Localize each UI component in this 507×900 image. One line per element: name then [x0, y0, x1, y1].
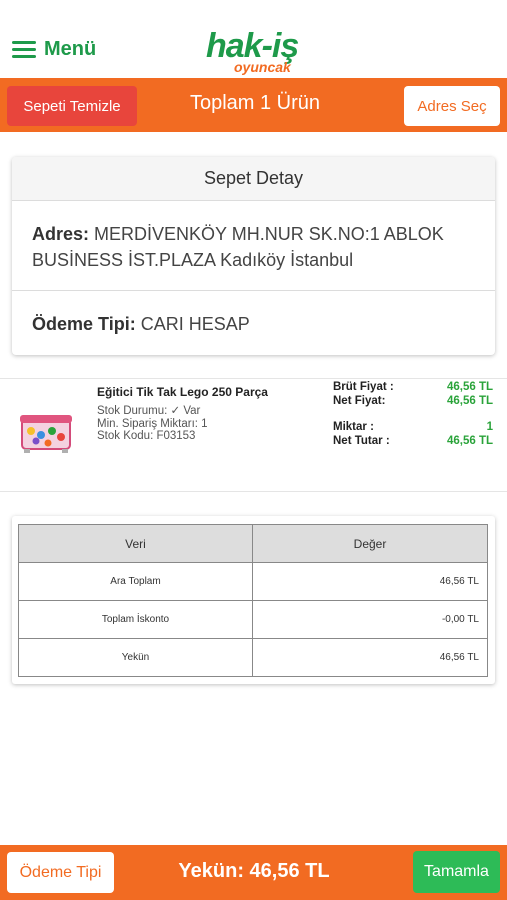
product-name: Eğitici Tik Tak Lego 250 Parça	[97, 385, 268, 399]
summary-table: Veri Değer Ara Toplam 46,56 TL Toplam İs…	[18, 524, 488, 677]
summary-key: Toplam İskonto	[18, 600, 253, 639]
complete-order-button[interactable]: Tamamla	[413, 851, 500, 893]
summary-col-key: Veri	[18, 524, 253, 563]
address-row: Adres: MERDİVENKÖY MH.NUR SK.NO:1 ABLOK …	[12, 201, 495, 291]
logo-sub-text: oyuncak	[234, 59, 291, 75]
net-total-label: Net Tutar :	[333, 434, 390, 447]
checkout-bar: Ödeme Tipi Yekün: 46,56 TL Tamamla	[0, 845, 507, 900]
min-order-qty: Min. Sipariş Miktarı: 1	[97, 417, 208, 430]
address-label: Adres:	[32, 224, 90, 244]
cart-action-bar: Sepeti Temizle Toplam 1 Ürün Adres Seç	[0, 78, 507, 132]
product-image	[20, 415, 72, 453]
cart-detail-card: Sepet Detay Adres: MERDİVENKÖY MH.NUR SK…	[12, 157, 495, 355]
summary-value: -0,00 TL	[252, 600, 488, 639]
stock-code: Stok Kodu: F03153	[97, 430, 196, 442]
summary-key: Yekün	[18, 638, 253, 677]
cart-detail-title: Sepet Detay	[12, 157, 495, 201]
brand-logo: hak-iş oyuncak	[206, 26, 306, 76]
payment-type-button[interactable]: Ödeme Tipi	[7, 852, 114, 893]
summary-key: Ara Toplam	[18, 562, 253, 601]
payment-type-row: Ödeme Tipi: CARI HESAP	[12, 291, 495, 355]
hamburger-icon	[12, 41, 36, 58]
net-price-value: 46,56 TL	[446, 394, 493, 407]
summary-value: 46,56 TL	[252, 638, 488, 677]
address-value: MERDİVENKÖY MH.NUR SK.NO:1 ABLOK BUSİNES…	[32, 224, 444, 270]
price-block: Brüt Fiyat :46,56 TL Net Fiyat: 46,56 TL …	[333, 381, 493, 448]
gross-price-value: 46,56 TL	[446, 381, 493, 393]
table-row: Yekün 46,56 TL	[18, 638, 488, 677]
table-row: Toplam İskonto -0,00 TL	[18, 600, 488, 639]
stock-status: Stok Durumu: ✓ Var	[97, 405, 201, 417]
top-header: Menü hak-iş oyuncak	[0, 0, 507, 78]
net-total-value: 46,56 TL	[446, 434, 493, 447]
cart-item[interactable]: Eğitici Tik Tak Lego 250 Parça Stok Duru…	[0, 378, 507, 492]
net-price-label: Net Fiyat:	[333, 394, 386, 407]
cart-count-title: Toplam 1 Ürün	[189, 92, 321, 114]
select-address-button[interactable]: Adres Seç	[404, 86, 500, 126]
product-meta: Stok Durumu: ✓ Var Min. Sipariş Miktarı:…	[97, 405, 208, 443]
grand-total: Yekün: 46,56 TL	[178, 860, 330, 882]
quantity-value: 1	[486, 421, 493, 433]
payment-type-value: CARI HESAP	[140, 314, 250, 334]
menu-label: Menü	[44, 38, 97, 60]
clear-cart-button[interactable]: Sepeti Temizle	[7, 86, 137, 126]
summary-header-row: Veri Değer	[18, 524, 488, 563]
payment-type-label: Ödeme Tipi:	[32, 314, 136, 334]
table-row: Ara Toplam 46,56 TL	[18, 562, 488, 601]
menu-button[interactable]: Menü	[12, 38, 96, 61]
summary-value: 46,56 TL	[252, 562, 488, 601]
summary-card: Veri Değer Ara Toplam 46,56 TL Toplam İs…	[12, 516, 495, 684]
quantity-label: Miktar :	[333, 421, 374, 433]
gross-price-label: Brüt Fiyat :	[333, 381, 394, 393]
summary-col-value: Değer	[252, 524, 488, 563]
